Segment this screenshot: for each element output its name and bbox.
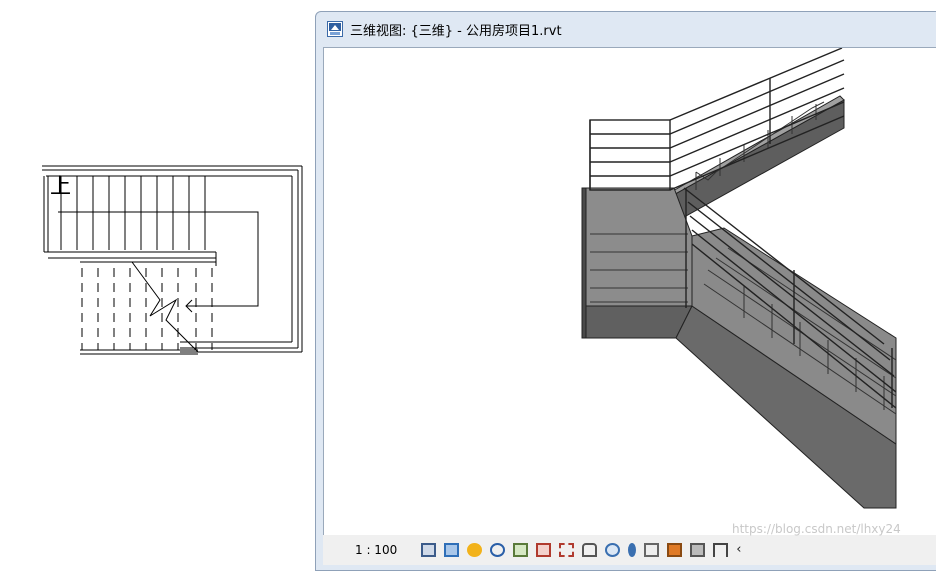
watermark: https://blog.csdn.net/lhxy24 — [732, 522, 901, 536]
window-title-bar[interactable]: 三维视图: {三维} - 公用房项目1.rvt — [316, 12, 936, 46]
3d-viewport[interactable] — [323, 47, 936, 551]
3d-view-window[interactable]: 三维视图: {三维} - 公用房项目1.rvt 1: 100 ‹ — [315, 11, 936, 571]
stair-up-label: 上 — [50, 174, 71, 198]
stair-3d-model — [581, 48, 897, 509]
revit-project-icon — [327, 21, 343, 37]
window-title: 三维视图: {三维} - 公用房项目1.rvt — [350, 23, 562, 39]
view-control-bar: 1 : 100 ‹ — [323, 535, 936, 565]
stair-plan-view: 上 — [0, 0, 312, 555]
stair-plan-drawing — [42, 165, 303, 355]
